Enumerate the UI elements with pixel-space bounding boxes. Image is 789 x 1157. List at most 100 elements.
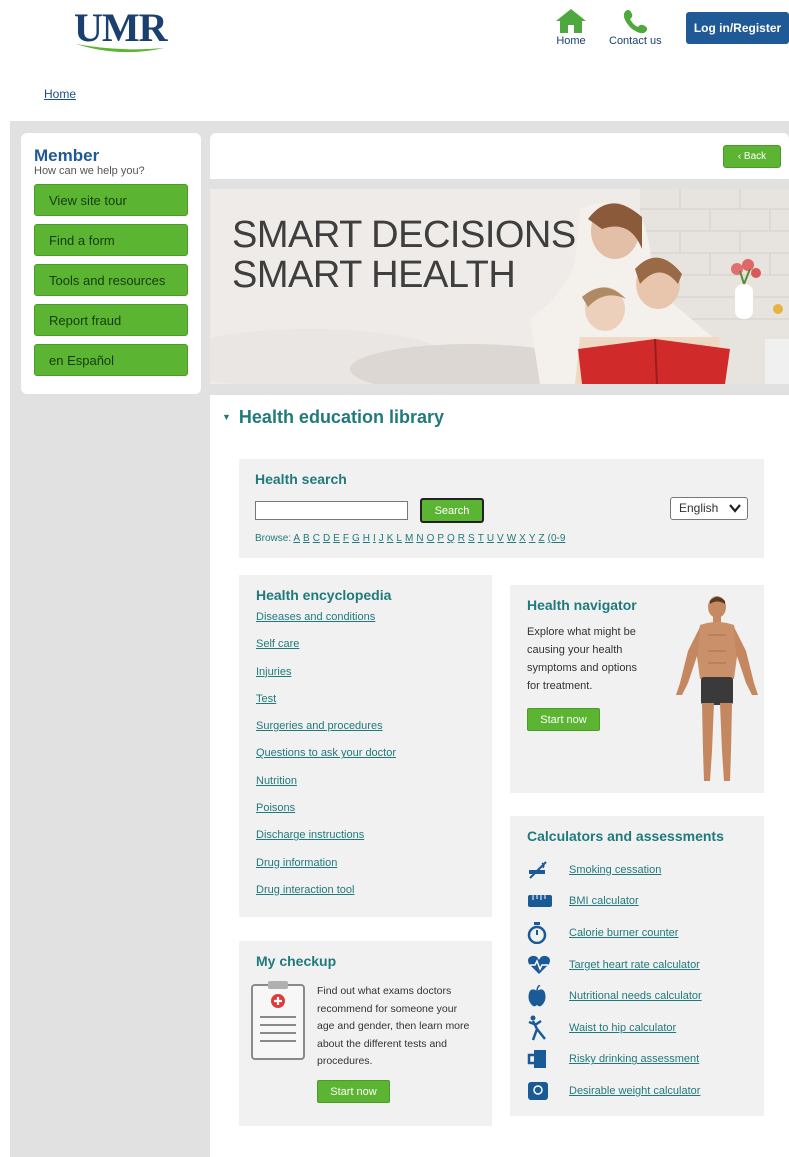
browse-label: Browse:	[255, 533, 292, 544]
browse-letter-link[interactable]: K	[387, 533, 394, 544]
contact-label: Contact us	[609, 35, 662, 47]
browse-letter-link[interactable]: X	[519, 533, 526, 544]
calculators-title: Calculators and assessments	[527, 828, 724, 844]
hero-line-2: SMART HEALTH	[232, 254, 516, 296]
calculator-item: Risky drinking assessment	[527, 1044, 747, 1076]
calculator-item: Smoking cessation	[527, 854, 747, 886]
calculator-item: Waist to hip calculator	[527, 1012, 747, 1044]
browse-letter-link[interactable]: Y	[529, 533, 536, 544]
search-button[interactable]: Search	[420, 498, 484, 523]
browse-letter-link[interactable]: Z	[539, 533, 545, 544]
browse-letter-link[interactable]: W	[507, 533, 516, 544]
chevron-down-icon	[729, 498, 741, 526]
home-label: Home	[556, 35, 586, 47]
caret-down-icon: ▼	[222, 412, 231, 422]
login-register-button[interactable]: Log in/Register	[686, 12, 789, 44]
hero-headline: SMART DECISIONS SMART HEALTH	[232, 215, 576, 295]
contact-nav[interactable]: Contact us	[609, 8, 662, 47]
en-espanol-button[interactable]: en Español	[34, 344, 188, 376]
language-select[interactable]: English	[670, 497, 748, 520]
no-smoking-icon	[527, 860, 569, 880]
browse-letter-link[interactable]: P	[437, 533, 444, 544]
encyclopedia-link[interactable]: Discharge instructions	[256, 827, 475, 854]
encyclopedia-link[interactable]: Drug interaction tool	[256, 882, 475, 909]
stretching-person-icon	[527, 1015, 569, 1041]
browse-letter-link[interactable]: H	[363, 533, 370, 544]
browse-letter-link[interactable]: O	[427, 533, 435, 544]
main-content: ‹ Back SMART DECISIONS SMART HEALTH ▼ He…	[210, 133, 789, 1157]
browse-letter-link[interactable]: V	[497, 533, 504, 544]
smoking-cessation-link[interactable]: Smoking cessation	[569, 864, 661, 876]
umr-logo[interactable]: UMR	[74, 4, 170, 56]
section-title-text: Health education library	[238, 407, 444, 427]
browse-letter-link[interactable]: U	[487, 533, 494, 544]
waist-to-hip-link[interactable]: Waist to hip calculator	[569, 1022, 676, 1034]
calculator-item: BMI calculator	[527, 886, 747, 918]
browse-alphabet: Browse: A B C D E F G H I J K L M N O P Q R S T U V W X Y Z (0-9	[255, 533, 748, 544]
report-fraud-button[interactable]: Report fraud	[34, 304, 188, 336]
encyclopedia-link[interactable]: Poisons	[256, 800, 475, 827]
risky-drinking-link[interactable]: Risky drinking assessment	[569, 1053, 699, 1065]
apple-icon	[527, 985, 569, 1007]
browse-letter-link[interactable]: C	[313, 533, 320, 544]
health-search-panel: Health search Search English Browse: ABC…	[239, 459, 764, 558]
browse-letter-link[interactable]: B	[303, 533, 310, 544]
browse-letter-link[interactable]: M	[405, 533, 413, 544]
browse-letter-link[interactable]: L	[396, 533, 402, 544]
home-nav[interactable]: Home	[555, 8, 587, 47]
mug-icon	[527, 1049, 569, 1069]
nutritional-needs-link[interactable]: Nutritional needs calculator	[569, 990, 702, 1002]
browse-letter-link[interactable]: F	[343, 533, 349, 544]
library-content: ▼ Health education library Health search …	[210, 395, 789, 1157]
clipboard-icon	[251, 981, 305, 1060]
encyclopedia-link[interactable]: Test	[256, 691, 475, 718]
hero-line-1: SMART DECISIONS	[232, 214, 576, 256]
browse-letter-link[interactable]: Q	[447, 533, 455, 544]
calculators-panel: Calculators and assessments Smoking cess…	[510, 816, 764, 1116]
browse-letter-link[interactable]: A	[293, 533, 300, 544]
tools-and-resources-button[interactable]: Tools and resources	[34, 264, 188, 296]
sidebar-subtitle: How can we help you?	[34, 165, 145, 177]
find-a-form-button[interactable]: Find a form	[34, 224, 188, 256]
calculators-list: Smoking cessation BMI calculator Calorie…	[527, 854, 747, 1107]
browse-letter-link[interactable]: J	[379, 533, 384, 544]
encyclopedia-link[interactable]: Surgeries and procedures	[256, 718, 475, 745]
encyclopedia-link[interactable]: Self care	[256, 636, 475, 663]
encyclopedia-title: Health encyclopedia	[256, 587, 392, 603]
desirable-weight-link[interactable]: Desirable weight calculator	[569, 1085, 700, 1097]
encyclopedia-link[interactable]: Drug information	[256, 855, 475, 882]
health-encyclopedia-panel: Health encyclopedia Diseases and conditi…	[239, 575, 492, 917]
browse-letter-link[interactable]: E	[333, 533, 340, 544]
breadcrumb-home[interactable]: Home	[44, 87, 76, 101]
encyclopedia-link[interactable]: Injuries	[256, 664, 475, 691]
encyclopedia-link[interactable]: Nutrition	[256, 773, 475, 800]
scale-icon	[527, 1081, 569, 1101]
navigator-start-button[interactable]: Start now	[527, 708, 600, 731]
browse-letter-link[interactable]: I	[373, 533, 376, 544]
checkup-start-button[interactable]: Start now	[317, 1080, 390, 1103]
bmi-calculator-link[interactable]: BMI calculator	[569, 895, 639, 907]
calculator-item: Target heart rate calculator	[527, 949, 747, 981]
health-search-input[interactable]	[255, 501, 408, 520]
sidebar-title: Member	[34, 146, 100, 165]
calculator-item: Calorie burner counter	[527, 917, 747, 949]
hero-banner: SMART DECISIONS SMART HEALTH	[210, 189, 789, 384]
member-sidebar: Member How can we help you? View site to…	[21, 133, 201, 394]
calorie-burner-link[interactable]: Calorie burner counter	[569, 927, 678, 939]
browse-letter-link[interactable]: S	[468, 533, 475, 544]
browse-letter-link[interactable]: T	[478, 533, 484, 544]
human-body-icon	[676, 596, 758, 781]
encyclopedia-link[interactable]: Questions to ask your doctor	[256, 745, 475, 772]
back-button[interactable]: ‹ Back	[723, 145, 781, 168]
section-title[interactable]: ▼ Health education library	[222, 407, 444, 428]
browse-letter-link[interactable]: R	[458, 533, 465, 544]
browse-letter-link[interactable]: N	[416, 533, 423, 544]
site-header: UMR Home Contact us Log in/Register	[0, 0, 789, 60]
browse-letter-link[interactable]: D	[323, 533, 330, 544]
heart-rate-icon	[527, 955, 569, 975]
view-site-tour-button[interactable]: View site tour	[34, 184, 188, 216]
target-heart-rate-link[interactable]: Target heart rate calculator	[569, 959, 700, 971]
encyclopedia-link[interactable]: Diseases and conditions	[256, 609, 475, 636]
browse-letter-link[interactable]: (0-9	[548, 533, 566, 544]
browse-letter-link[interactable]: G	[352, 533, 360, 544]
